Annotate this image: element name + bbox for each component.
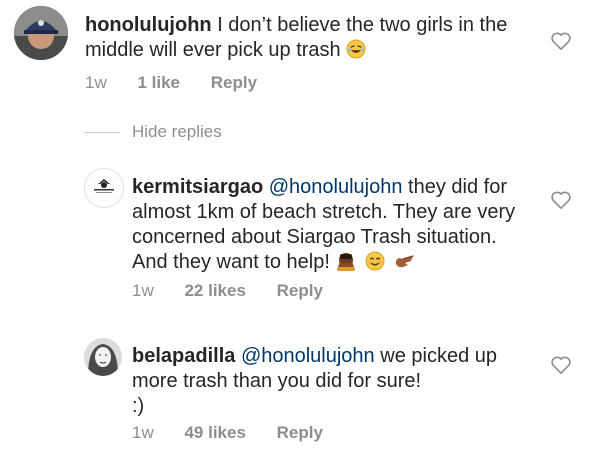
smiling-face-icon: [365, 251, 385, 278]
heart-icon[interactable]: [550, 31, 572, 51]
heart-icon[interactable]: [550, 190, 572, 210]
reply-text: kermitsiargao @honolulujohn they did for…: [132, 175, 532, 278]
reply-username[interactable]: kermitsiargao: [132, 176, 263, 198]
laughing-face-icon: [346, 39, 366, 66]
reply-time: 1w: [132, 281, 154, 300]
reply-button[interactable]: Reply: [277, 281, 323, 301]
reply-meta: 1w 49 likes Reply: [132, 423, 323, 443]
avatar[interactable]: [84, 338, 122, 376]
reply-mention[interactable]: @honolulujohn: [269, 176, 403, 198]
reply-meta: 1w 22 likes Reply: [132, 281, 323, 301]
reply-text: belapadilla @honolulujohn we picked up m…: [132, 344, 532, 419]
avatar[interactable]: [14, 6, 68, 60]
comment-username[interactable]: honolulujohn: [85, 14, 212, 36]
hands-covering-face-icon: [335, 251, 357, 278]
reply-body-smiley: :): [132, 395, 145, 417]
hide-replies-label[interactable]: Hide replies: [132, 122, 222, 142]
reply-likes[interactable]: 22 likes: [184, 281, 245, 301]
reply-username[interactable]: belapadilla: [132, 345, 235, 367]
pointing-hand-icon: [393, 251, 415, 278]
hide-replies-line: [84, 132, 120, 133]
comment-meta: 1w 1 like Reply: [85, 73, 257, 93]
comment-likes[interactable]: 1 like: [137, 73, 180, 93]
comment-time: 1w: [85, 73, 107, 92]
reply-mention[interactable]: @honolulujohn: [241, 345, 375, 367]
reply-button[interactable]: Reply: [211, 73, 257, 93]
reply-likes[interactable]: 49 likes: [184, 423, 245, 443]
heart-icon[interactable]: [550, 355, 572, 375]
avatar[interactable]: [84, 168, 124, 208]
comment-text: honolulujohn I don’t believe the two gir…: [85, 13, 525, 66]
reply-button[interactable]: Reply: [277, 423, 323, 443]
reply-time: 1w: [132, 423, 154, 442]
